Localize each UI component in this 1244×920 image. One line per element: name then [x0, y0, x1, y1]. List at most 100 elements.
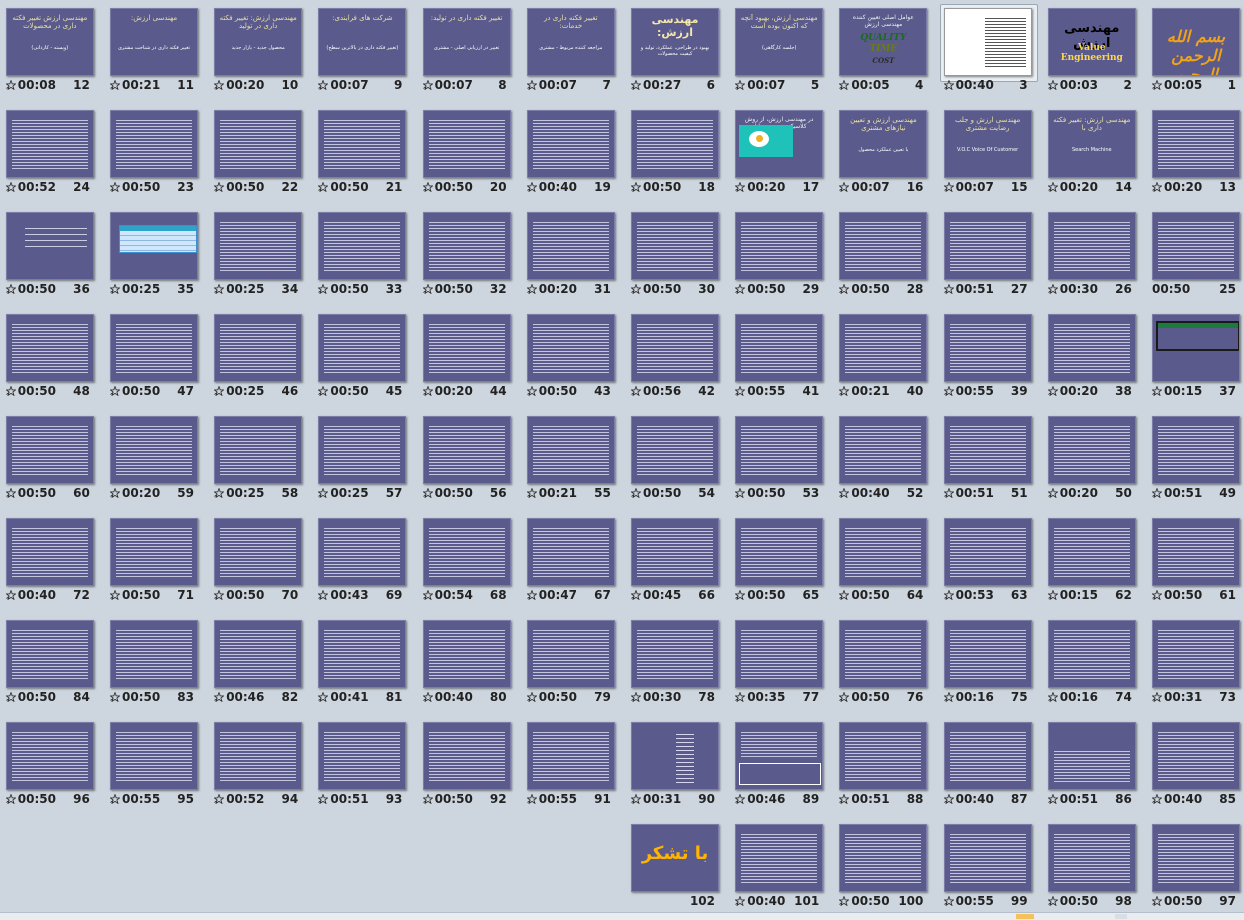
- slide-thumbnail[interactable]: 00:40 19: [523, 102, 627, 204]
- slide-thumbnail[interactable]: 00:40 3: [939, 0, 1044, 102]
- slide-thumbnail[interactable]: 00:51 49: [1148, 408, 1244, 510]
- slide-preview[interactable]: [1047, 824, 1136, 892]
- slide-preview[interactable]: [214, 620, 303, 688]
- slide-thumbnail[interactable]: 00:31 90: [627, 714, 731, 816]
- slide-preview[interactable]: [110, 416, 198, 484]
- slide-thumbnail[interactable]: مهندسی ارزش: تغییر فکته داری با Search Ma…: [1044, 102, 1148, 204]
- slide-preview[interactable]: [1152, 518, 1240, 586]
- slide-thumbnail[interactable]: 00:50 56: [419, 408, 523, 510]
- slide-preview[interactable]: [5, 416, 94, 484]
- transition-star-icon[interactable]: [735, 488, 746, 498]
- slide-thumbnail[interactable]: 00:51 86: [1044, 714, 1148, 816]
- slide-preview[interactable]: [214, 110, 303, 178]
- slide-preview[interactable]: تغییر فکته داری در خدمات: مراجعه کننده مر…: [526, 8, 615, 76]
- transition-star-icon[interactable]: [943, 590, 954, 600]
- slide-preview[interactable]: [943, 620, 1032, 688]
- transition-star-icon[interactable]: [943, 284, 954, 294]
- slide-preview[interactable]: مهندسی ارزش: تغییر فکته داری در تولید محص…: [214, 8, 303, 76]
- slide-preview[interactable]: [631, 212, 719, 280]
- slide-preview[interactable]: [110, 620, 198, 688]
- slide-thumbnail[interactable]: 00:40 72: [2, 510, 106, 612]
- slide-preview[interactable]: [1152, 416, 1240, 484]
- transition-star-icon[interactable]: [1152, 386, 1162, 396]
- slide-preview[interactable]: [526, 518, 615, 586]
- slide-thumbnail[interactable]: 00:50 20: [419, 102, 523, 204]
- slide-thumbnail[interactable]: 00:50 64: [835, 510, 939, 612]
- slide-thumbnail[interactable]: 00:50 23: [106, 102, 210, 204]
- slide-thumbnail[interactable]: 00:20 31: [523, 204, 627, 306]
- slide-thumbnail[interactable]: 00:21 55: [523, 408, 627, 510]
- slide-thumbnail[interactable]: شرکت های فرایندی: (تغییر فکته داری در بال…: [314, 0, 418, 102]
- slide-thumbnail[interactable]: 00:51 93: [314, 714, 418, 816]
- transition-star-icon[interactable]: [735, 284, 746, 294]
- slide-preview[interactable]: با تشکر: [631, 824, 719, 892]
- transition-star-icon[interactable]: [1047, 692, 1058, 702]
- transition-star-icon[interactable]: [943, 794, 954, 804]
- slide-preview[interactable]: [943, 8, 1032, 76]
- slide-preview[interactable]: مهندسی ارزش، بهبود آنچه که اکنون بوده اس…: [735, 8, 824, 76]
- slide-preview[interactable]: [735, 212, 824, 280]
- slide-thumbnail[interactable]: 00:50 54: [627, 408, 731, 510]
- slide-thumbnail[interactable]: مهندسی ارزش و جلب رضایت مشتری V.O.C Voice…: [940, 102, 1044, 204]
- slide-thumbnail[interactable]: مهندسی ارزش Value Engineering 00:03 2: [1044, 0, 1148, 102]
- slide-preview[interactable]: [422, 722, 511, 790]
- transition-star-icon[interactable]: [110, 386, 120, 396]
- transition-star-icon[interactable]: [631, 488, 641, 498]
- slide-preview[interactable]: [214, 416, 303, 484]
- slide-thumbnail[interactable]: 00:16 75: [940, 612, 1044, 714]
- transition-star-icon[interactable]: [422, 284, 433, 294]
- slide-thumbnail[interactable]: 00:55 41: [731, 306, 835, 408]
- slide-preview[interactable]: [5, 518, 94, 586]
- slide-thumbnail[interactable]: 00:50 61: [1148, 510, 1244, 612]
- transition-star-icon[interactable]: [839, 488, 850, 498]
- slide-thumbnail[interactable]: 00:53 63: [940, 510, 1044, 612]
- transition-star-icon[interactable]: [735, 80, 746, 90]
- slide-preview[interactable]: [1047, 212, 1136, 280]
- slide-preview[interactable]: [839, 212, 928, 280]
- slide-thumbnail[interactable]: 00:25 35: [106, 204, 210, 306]
- slide-thumbnail[interactable]: 00:40 87: [940, 714, 1044, 816]
- slide-preview[interactable]: [318, 416, 407, 484]
- slide-thumbnail[interactable]: 00:40 101: [731, 816, 835, 918]
- slide-thumbnail[interactable]: 00:50 28: [835, 204, 939, 306]
- transition-star-icon[interactable]: [5, 182, 16, 192]
- slide-preview[interactable]: [110, 314, 198, 382]
- slide-preview[interactable]: [735, 314, 824, 382]
- transition-star-icon[interactable]: [422, 590, 433, 600]
- transition-star-icon[interactable]: [839, 896, 850, 906]
- slide-preview[interactable]: [422, 518, 511, 586]
- slide-thumbnail[interactable]: 00:50 48: [2, 306, 106, 408]
- slide-preview[interactable]: [5, 314, 94, 382]
- slide-preview[interactable]: [318, 212, 407, 280]
- transition-star-icon[interactable]: [735, 692, 746, 702]
- slide-thumbnail[interactable]: 00:40 85: [1148, 714, 1244, 816]
- slide-thumbnail[interactable]: 00:51 51: [940, 408, 1044, 510]
- slide-thumbnail[interactable]: 00:47 67: [523, 510, 627, 612]
- slide-preview[interactable]: [631, 620, 719, 688]
- transition-star-icon[interactable]: [1152, 692, 1162, 702]
- slide-thumbnail[interactable]: 00:30 78: [627, 612, 731, 714]
- slide-preview[interactable]: [839, 722, 928, 790]
- transition-star-icon[interactable]: [526, 488, 537, 498]
- slide-preview[interactable]: [422, 416, 511, 484]
- transition-star-icon[interactable]: [839, 386, 850, 396]
- slide-thumbnail[interactable]: 00:16 74: [1044, 612, 1148, 714]
- transition-star-icon[interactable]: [318, 386, 329, 396]
- slide-preview[interactable]: [5, 212, 94, 280]
- slide-preview[interactable]: [735, 416, 824, 484]
- slide-thumbnail[interactable]: 00:30 26: [1044, 204, 1148, 306]
- slide-thumbnail[interactable]: 00:50 100: [835, 816, 939, 918]
- slide-thumbnail[interactable]: 00:50 65: [731, 510, 835, 612]
- transition-star-icon[interactable]: [214, 692, 225, 702]
- slide-thumbnail[interactable]: 00:50 83: [106, 612, 210, 714]
- transition-star-icon[interactable]: [1047, 794, 1058, 804]
- slide-preview[interactable]: [526, 212, 615, 280]
- slide-preview[interactable]: [422, 110, 511, 178]
- slide-thumbnail[interactable]: 00:50 22: [210, 102, 314, 204]
- transition-star-icon[interactable]: [214, 488, 225, 498]
- transition-star-icon[interactable]: [526, 590, 537, 600]
- transition-star-icon[interactable]: [943, 896, 954, 906]
- transition-star-icon[interactable]: [422, 692, 433, 702]
- slide-preview[interactable]: [839, 518, 928, 586]
- transition-star-icon[interactable]: [1047, 182, 1058, 192]
